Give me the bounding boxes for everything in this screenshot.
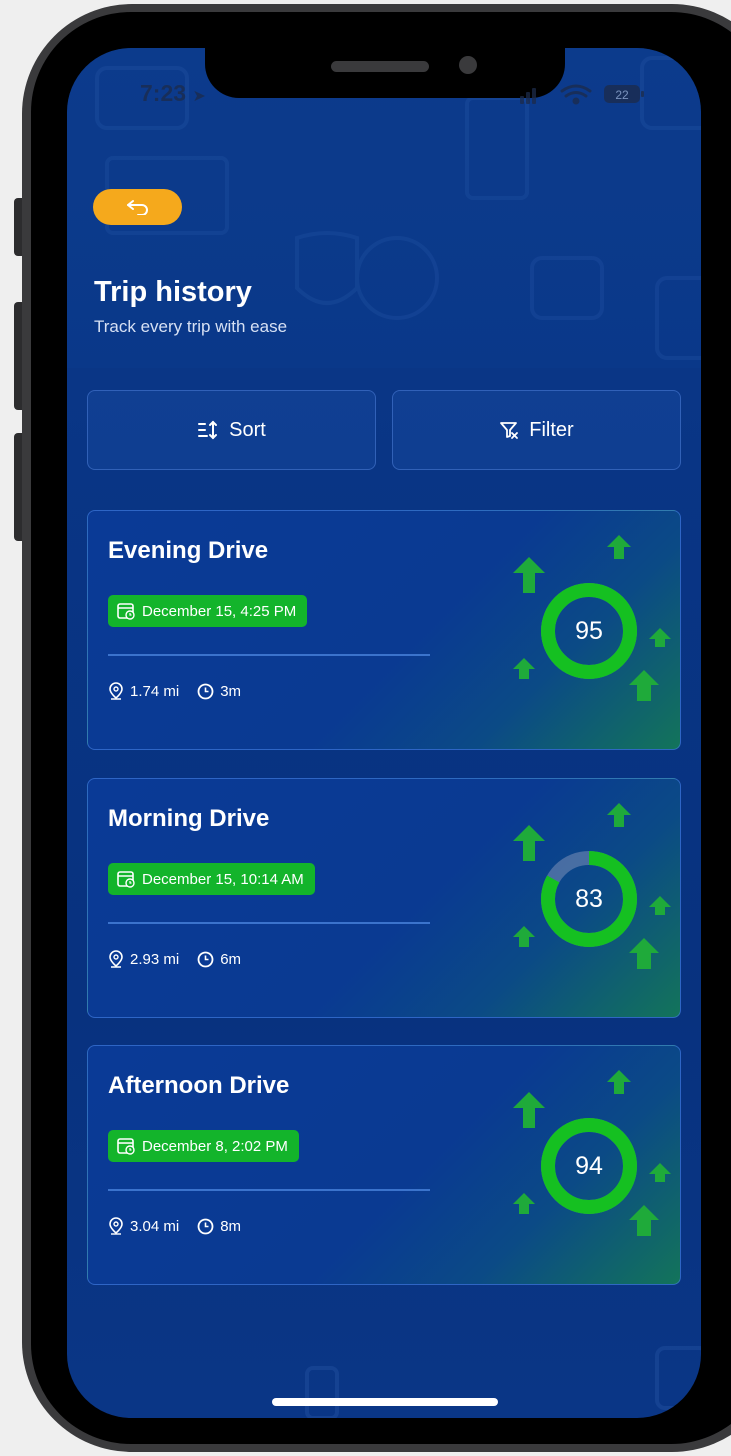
calendar-clock-icon: [117, 603, 135, 620]
score-value: 83: [575, 884, 603, 913]
sort-icon: [198, 420, 218, 440]
location-pin-icon: [109, 950, 123, 968]
trip-card[interactable]: Evening Drive December 15, 4:25 PM 1.74 …: [87, 510, 681, 750]
score-value: 95: [575, 616, 603, 645]
location-pin-icon: [109, 1217, 123, 1235]
status-time-text: 7:23: [140, 80, 187, 106]
trip-date: December 15, 4:25 PM: [142, 602, 297, 620]
status-time: 7:23 ➤: [140, 80, 206, 107]
trip-stats: 2.93 mi 6m: [108, 950, 241, 968]
divider: [108, 1189, 430, 1191]
trip-date: December 8, 2:02 PM: [142, 1137, 288, 1155]
trip-date: December 15, 10:14 AM: [142, 870, 304, 888]
trip-date-badge: December 15, 10:14 AM: [108, 863, 315, 895]
trip-duration: 8m: [220, 1217, 242, 1235]
divider: [108, 654, 430, 656]
sort-button[interactable]: Sort: [87, 390, 376, 470]
calendar-clock-icon: [117, 871, 135, 888]
front-camera: [459, 56, 477, 74]
speaker: [331, 61, 429, 72]
score-value: 94: [575, 1151, 603, 1180]
svg-text:22: 22: [615, 88, 629, 102]
page-title: Trip history: [94, 276, 252, 308]
filter-icon: [500, 422, 519, 439]
sort-label: Sort: [229, 418, 266, 441]
trip-stats: 1.74 mi 3m: [108, 682, 241, 700]
back-arrow-icon: [126, 200, 148, 215]
clock-icon: [197, 951, 214, 967]
trip-distance: 1.74 mi: [130, 682, 180, 700]
page-subtitle: Track every trip with ease: [94, 317, 288, 336]
location-pin-icon: [109, 682, 123, 700]
location-arrow-icon: ➤: [192, 88, 206, 105]
status-icons: 22: [520, 82, 648, 111]
divider: [108, 922, 430, 924]
trip-title: Afternoon Drive: [108, 1072, 290, 1099]
clock-icon: [197, 683, 214, 699]
battery-icon: 22: [604, 85, 644, 103]
filter-label: Filter: [529, 418, 574, 441]
trip-title: Morning Drive: [108, 805, 270, 832]
trip-card[interactable]: Morning Drive December 15, 10:14 AM 2.93…: [87, 778, 681, 1018]
trip-title: Evening Drive: [108, 537, 269, 564]
trip-distance: 2.93 mi: [130, 950, 180, 968]
clock-icon: [197, 1218, 214, 1234]
trip-distance: 3.04 mi: [130, 1217, 180, 1235]
trip-stats: 3.04 mi 8m: [108, 1217, 241, 1235]
signal-icon: [520, 88, 536, 104]
home-indicator[interactable]: [272, 1398, 498, 1406]
filter-button[interactable]: Filter: [392, 390, 681, 470]
trip-date-badge: December 8, 2:02 PM: [108, 1130, 299, 1162]
back-button[interactable]: [93, 189, 182, 225]
calendar-clock-icon: [117, 1138, 135, 1155]
trip-date-badge: December 15, 4:25 PM: [108, 595, 308, 627]
app-mockup: 7:23 ➤ 22 Trip history Track every trip …: [0, 0, 731, 1456]
trip-card[interactable]: Afternoon Drive December 8, 2:02 PM 3.04…: [87, 1045, 681, 1285]
trip-duration: 6m: [220, 950, 242, 968]
trip-duration: 3m: [220, 682, 242, 700]
wifi-icon: [560, 84, 592, 105]
